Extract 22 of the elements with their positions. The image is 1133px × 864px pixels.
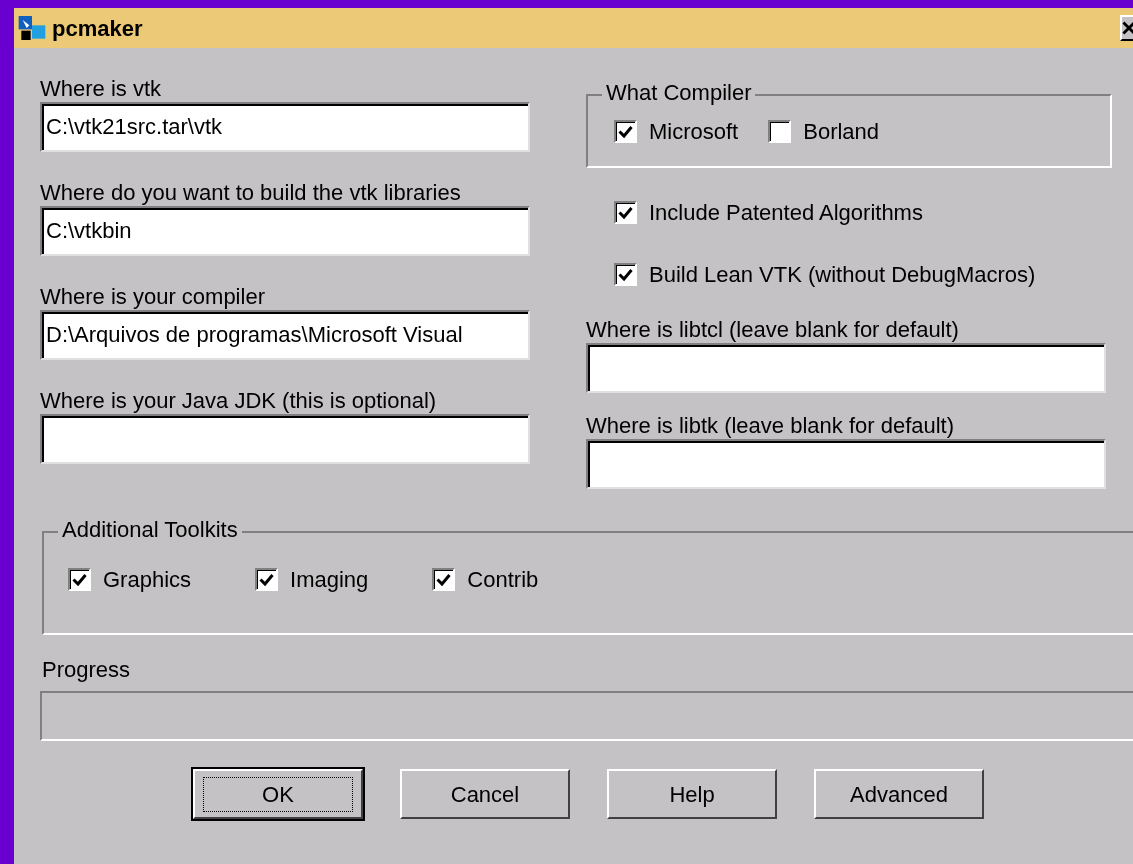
dialog-button[interactable]: Cancel <box>400 769 570 819</box>
field-label: Where is vtk <box>40 76 163 102</box>
dialog-button[interactable]: Help <box>607 769 777 819</box>
checkbox-label: Contrib <box>467 565 539 594</box>
checkbox-label: Include Patented Algorithms <box>649 199 923 227</box>
window-title: pcmaker <box>52 14 143 43</box>
field-label: Where is your compiler <box>40 284 266 310</box>
field-label: Where is libtcl (leave blank for default) <box>586 317 960 343</box>
dialog-button[interactable]: Advanced <box>814 769 984 819</box>
field-label: Where is your Java JDK (this is optional) <box>40 388 438 414</box>
checkbox-label: Imaging <box>290 565 369 594</box>
checkbox-label: Borland <box>803 117 880 146</box>
text-field[interactable]: C:\vtk21src.tar\vtk <box>40 102 530 152</box>
checkbox-label: Build Lean VTK (without DebugMacros) <box>649 261 1036 289</box>
checkbox-label: Microsoft <box>649 117 739 146</box>
text-field[interactable]: C:\vtkbin <box>40 206 530 256</box>
dialog-button[interactable]: OK <box>193 769 363 819</box>
progress-label: Progress <box>42 657 132 683</box>
text-field[interactable]: D:\Arquivos de programas\Microsoft Visual <box>40 310 530 360</box>
field-label: Where do you want to build the vtk libraries <box>40 180 462 206</box>
checkbox-label: Graphics <box>103 565 192 594</box>
field-label: Where is libtk (leave blank for default) <box>586 413 956 439</box>
